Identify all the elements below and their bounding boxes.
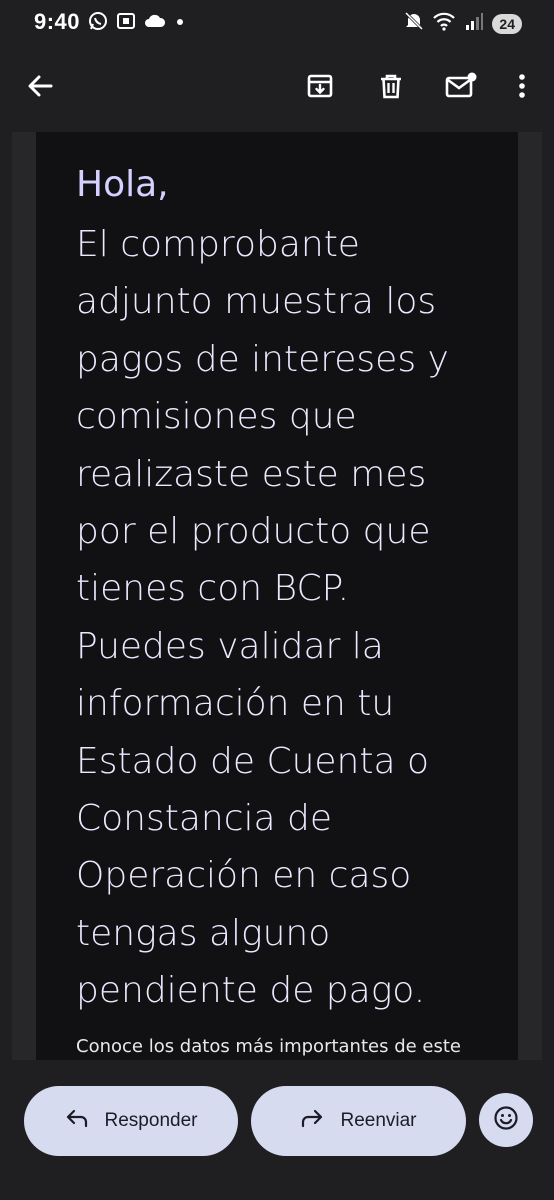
emoji-reaction-button[interactable]: [479, 1093, 533, 1147]
message-line: tienes con BCP.: [76, 568, 350, 610]
app-bar: [0, 44, 554, 128]
status-bar: 9:40 24: [0, 0, 554, 44]
message-body: El comprobante adjunto muestra los pagos…: [76, 216, 516, 1020]
more-vert-icon: [517, 72, 527, 100]
email-screen: 9:40 24 Hola, El comprobante adjunto mue…: [0, 0, 554, 1200]
message-line: pendiente de pago.: [76, 970, 426, 1012]
message-frame: Hola, El comprobante adjunto muestra los…: [12, 132, 542, 1060]
dot-icon: [174, 15, 186, 33]
message-line: El comprobante: [76, 224, 360, 265]
back-arrow-icon: [26, 72, 54, 100]
status-time: 9:40: [34, 9, 81, 34]
back-button[interactable]: [16, 62, 64, 110]
message-line: adjunto muestra los: [76, 281, 437, 323]
cloud-icon: [144, 13, 166, 34]
mark-unread-icon: [445, 72, 477, 100]
mark-unread-button[interactable]: [437, 62, 485, 110]
mute-icon: [404, 11, 424, 36]
more-options-button[interactable]: [498, 62, 546, 110]
whatsapp-icon: [88, 11, 108, 36]
forward-button[interactable]: Reenviar: [251, 1086, 466, 1156]
reply-button[interactable]: Responder: [24, 1086, 238, 1156]
message-line: tengas alguno: [76, 912, 331, 954]
reply-label: Responder: [104, 1110, 198, 1131]
message-greeting: Hola,: [76, 164, 169, 205]
forward-label: Reenviar: [340, 1110, 417, 1131]
message-card: Hola, El comprobante adjunto muestra los…: [36, 132, 518, 1060]
message-line: Constancia de: [76, 798, 333, 840]
message-line: realizaste este mes: [76, 453, 427, 495]
emoji-smile-icon: [493, 1105, 519, 1136]
screenshot-icon: [116, 11, 136, 36]
battery-indicator: 24: [492, 13, 522, 34]
message-footer-text: Conoce los datos más importantes de este: [76, 1036, 462, 1057]
message-line: información en tu: [76, 683, 395, 725]
message-line: Operación en caso: [76, 855, 412, 897]
bottom-action-bar: Responder Reenviar: [0, 1060, 554, 1200]
delete-icon: [377, 72, 405, 100]
archive-icon: [306, 72, 334, 100]
archive-button[interactable]: [296, 62, 344, 110]
status-right-icons: 24: [404, 11, 522, 36]
message-line: comisiones que: [76, 396, 357, 438]
status-left-icons: [88, 11, 186, 36]
message-line: Estado de Cuenta o: [76, 740, 430, 782]
message-line: pagos de intereses y: [76, 338, 449, 380]
forward-icon: [300, 1108, 324, 1134]
message-line: por el producto que: [76, 511, 431, 553]
delete-button[interactable]: [367, 62, 415, 110]
message-line: Puedes validar la: [76, 625, 384, 667]
signal-icon: [464, 11, 484, 36]
reply-icon: [65, 1108, 89, 1134]
wifi-icon: [432, 11, 456, 36]
